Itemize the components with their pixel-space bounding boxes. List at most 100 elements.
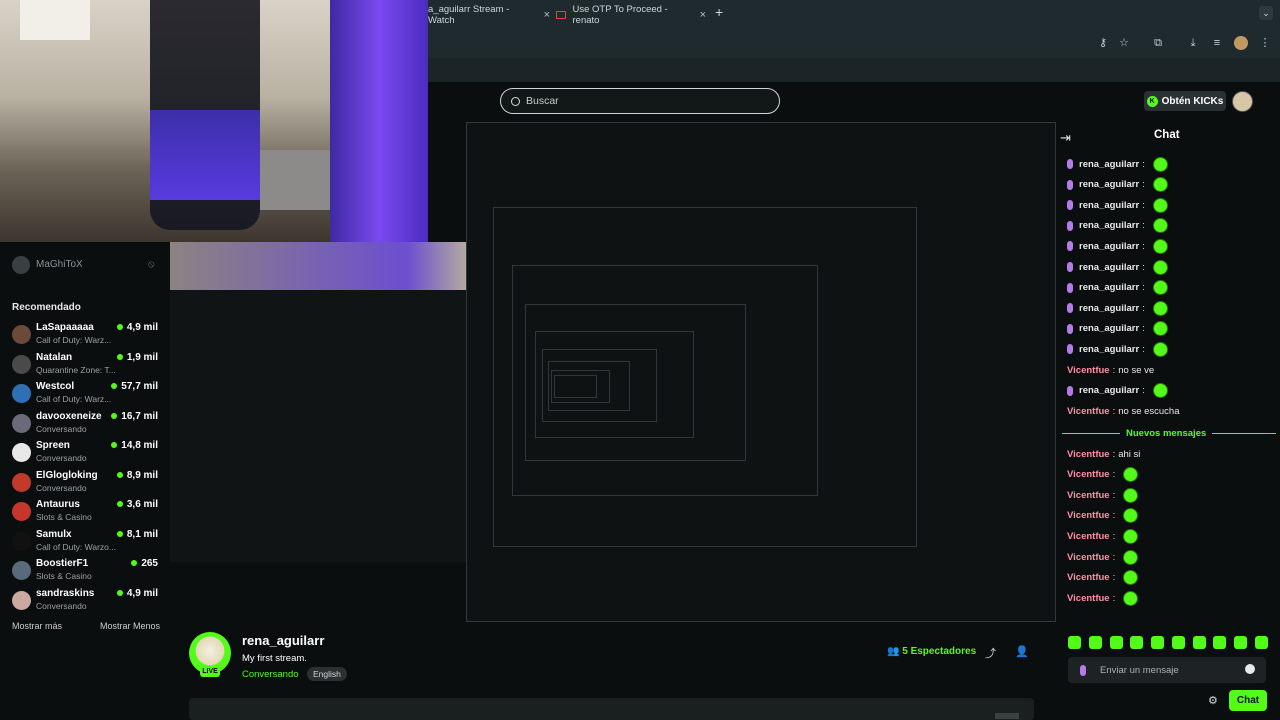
show-less-button[interactable]: Mostrar Menos xyxy=(100,621,160,631)
gmail-icon xyxy=(556,11,566,19)
followed-avatar[interactable] xyxy=(12,256,30,274)
live-dot-icon xyxy=(116,589,123,596)
chat-username[interactable]: rena_aguilarr xyxy=(1079,179,1139,190)
emote-icon[interactable] xyxy=(1130,636,1144,649)
chat-username[interactable]: Vicentfue xyxy=(1067,572,1110,583)
video-player[interactable] xyxy=(466,122,1056,622)
colon: : xyxy=(1112,448,1116,460)
colon: : xyxy=(1112,592,1116,604)
share-icon[interactable]: ⤴ xyxy=(985,645,996,661)
progress-bar[interactable] xyxy=(189,698,1034,720)
chat-username[interactable]: Vicentfue xyxy=(1067,406,1110,417)
browser-tab-otp[interactable]: Use OTP To Proceed - renato × xyxy=(556,4,706,26)
chat-message: Vicentfue: xyxy=(1067,486,1139,504)
media-icon[interactable]: ≡ xyxy=(1210,36,1224,50)
chat-username[interactable]: rena_aguilarr xyxy=(1079,323,1139,334)
new-tab-button[interactable]: + xyxy=(715,4,723,20)
chat-username[interactable]: Vicentfue xyxy=(1067,449,1110,460)
collapse-chat-icon[interactable]: ⇥ xyxy=(1060,130,1071,146)
get-kicks-button[interactable]: K Obtén KICKs xyxy=(1144,91,1226,111)
emote-icon[interactable] xyxy=(1254,636,1268,649)
recommended-item[interactable]: Westcol Call of Duty: Warz... 57,7 mil xyxy=(12,381,162,411)
emote-icon[interactable] xyxy=(1151,636,1165,649)
menu-icon[interactable]: ⋮ xyxy=(1258,36,1272,50)
chat-input[interactable]: Enviar un mensaje xyxy=(1068,657,1266,683)
viewer-count-text: 8,1 mil xyxy=(126,528,158,540)
chat-message: rena_aguilarr: xyxy=(1067,320,1168,338)
emote-icon[interactable] xyxy=(1213,636,1227,649)
chat-send-button[interactable]: Chat xyxy=(1229,690,1267,711)
chat-username[interactable]: rena_aguilarr xyxy=(1079,200,1139,211)
offline-icon: ⦸ xyxy=(148,259,155,270)
chat-username[interactable]: Vicentfue xyxy=(1067,490,1110,501)
live-dot-icon xyxy=(111,412,118,419)
emote-icon[interactable] xyxy=(1088,636,1102,649)
emote-icon[interactable] xyxy=(1234,636,1248,649)
progress-knob[interactable] xyxy=(995,713,1019,719)
webcam-window-light xyxy=(20,0,90,40)
chat-message: rena_aguilarr: xyxy=(1067,237,1168,255)
close-icon[interactable]: × xyxy=(700,9,706,21)
chat-username[interactable]: rena_aguilarr xyxy=(1079,385,1139,396)
recommended-item[interactable]: Samulx Call of Duty: Warzo... 8,1 mil xyxy=(12,529,162,559)
chat-username[interactable]: rena_aguilarr xyxy=(1079,262,1139,273)
webcam-curtain xyxy=(330,0,428,242)
stream-category[interactable]: Conversando xyxy=(242,669,299,680)
recommended-item[interactable]: ElGlogloking Conversando 8,9 mil xyxy=(12,470,162,500)
channel-name: davooxeneize xyxy=(36,410,102,422)
viewer-count-text: 4,9 mil xyxy=(126,587,158,599)
live-dot-icon xyxy=(111,383,118,389)
recommended-item[interactable]: BoostierF1 Slots & Casino 265 xyxy=(12,558,162,588)
close-icon[interactable]: × xyxy=(544,9,550,21)
emote-icon xyxy=(1123,528,1139,544)
profile-avatar[interactable] xyxy=(1234,36,1248,50)
chat-username[interactable]: Vicentfue xyxy=(1067,510,1110,521)
emote-icon xyxy=(1152,321,1168,337)
emoji-icon[interactable] xyxy=(1245,664,1255,674)
chat-username[interactable]: rena_aguilarr xyxy=(1079,344,1139,355)
key-icon[interactable]: ⚷ xyxy=(1096,36,1110,50)
emote-icon[interactable] xyxy=(1109,636,1123,649)
gear-icon[interactable]: ⚙ xyxy=(1208,694,1218,707)
emote-icon xyxy=(1152,300,1168,316)
emote-icon xyxy=(1123,549,1139,565)
chat-message: rena_aguilarr: xyxy=(1067,382,1168,400)
recommended-item[interactable]: Spreen Conversando 14,8 mil xyxy=(12,440,162,470)
recommended-item[interactable]: davooxeneize Conversando 16,7 mil xyxy=(12,411,162,441)
recommended-item[interactable]: Natalan Quarantine Zone: T... 1,9 mil xyxy=(12,352,162,382)
emote-icon[interactable] xyxy=(1192,636,1206,649)
chat-username[interactable]: rena_aguilarr xyxy=(1079,282,1139,293)
channel-avatar xyxy=(12,531,31,551)
user-avatar[interactable] xyxy=(1232,91,1253,112)
chat-text: no se escucha xyxy=(1118,405,1180,417)
chat-username[interactable]: rena_aguilarr xyxy=(1079,303,1139,314)
chat-username[interactable]: Vicentfue xyxy=(1067,552,1110,563)
chat-username[interactable]: Vicentfue xyxy=(1067,469,1110,480)
download-icon[interactable]: ⤓ xyxy=(1186,36,1200,50)
chat-message: Vicentfue: xyxy=(1067,589,1139,607)
chat-username[interactable]: Vicentfue xyxy=(1067,365,1110,376)
search-input[interactable]: Buscar xyxy=(500,88,780,114)
chat-username[interactable]: Vicentfue xyxy=(1067,593,1110,604)
recommended-item[interactable]: Antaurus Slots & Casino 3,6 mil xyxy=(12,499,162,529)
chat-username[interactable]: rena_aguilarr xyxy=(1079,241,1139,252)
channel-name: Spreen xyxy=(36,440,70,451)
channel-category: Conversando xyxy=(36,453,87,463)
emote-icon[interactable] xyxy=(1171,636,1185,649)
star-icon[interactable]: ☆ xyxy=(1117,36,1131,50)
recommended-item[interactable]: sandraskins Conversando 4,9 mil xyxy=(12,588,162,618)
chat-username[interactable]: rena_aguilarr xyxy=(1079,220,1139,231)
webcam-person-shorts xyxy=(150,110,260,200)
streamer-name[interactable]: rena_aguilarr xyxy=(242,633,324,648)
show-more-button[interactable]: Mostrar más xyxy=(12,621,62,631)
browser-tab-stream[interactable]: a_aguilarr Stream - Watch × xyxy=(428,4,550,26)
follow-icon[interactable]: 👤 xyxy=(1015,645,1029,658)
followed-channel-name[interactable]: MaGhiToX xyxy=(36,259,83,270)
chat-username[interactable]: rena_aguilarr xyxy=(1079,159,1139,170)
extensions-icon[interactable]: ⧉ xyxy=(1151,36,1165,50)
recommended-item[interactable]: LaSapaaaaa Call of Duty: Warz... 4,9 mil xyxy=(12,322,162,352)
tab-search-icon[interactable]: ⌄ xyxy=(1259,6,1273,20)
emote-icon[interactable] xyxy=(1068,636,1081,649)
chat-username[interactable]: Vicentfue xyxy=(1067,531,1110,542)
language-tag[interactable]: English xyxy=(307,667,347,681)
